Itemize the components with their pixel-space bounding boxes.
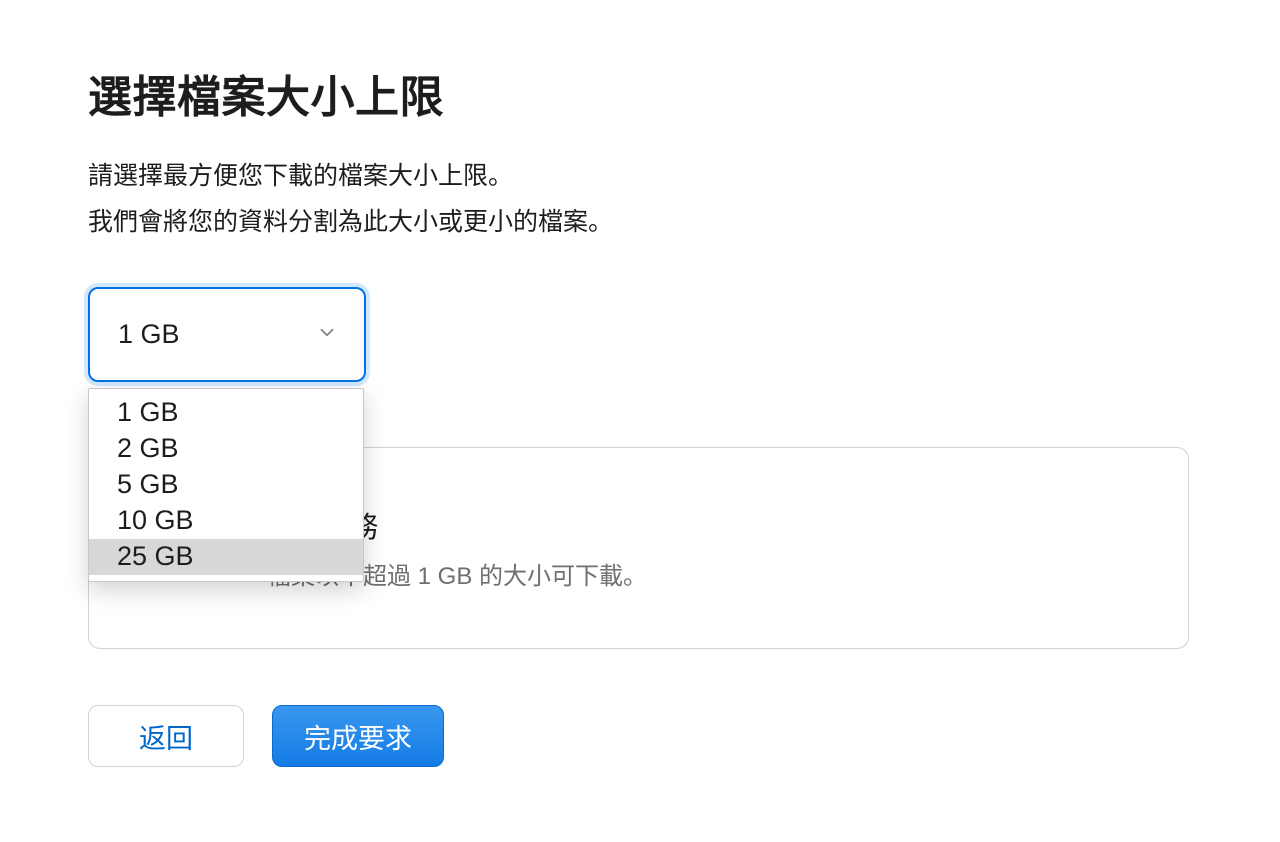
filesize-option[interactable]: 1 GB — [89, 395, 363, 431]
submit-button[interactable]: 完成要求 — [272, 705, 444, 767]
filesize-select[interactable]: 1 GB — [88, 287, 366, 382]
filesize-select-value: 1 GB — [118, 319, 180, 350]
description: 請選擇最方便您下載的檔案大小上限。 我們會將您的資料分割為此大小或更小的檔案。 — [88, 153, 1280, 246]
back-button[interactable]: 返回 — [88, 705, 244, 767]
filesize-option[interactable]: 5 GB — [89, 467, 363, 503]
page-title: 選擇檔案大小上限 — [88, 72, 1280, 125]
filesize-option[interactable]: 2 GB — [89, 431, 363, 467]
description-line-2: 我們會將您的資料分割為此大小或更小的檔案。 — [88, 208, 613, 236]
filesize-dropdown[interactable]: 1 GB2 GB5 GB10 GB25 GB — [88, 388, 364, 582]
chevron-down-icon — [316, 319, 338, 350]
description-line-1: 請選擇最方便您下載的檔案大小上限。 — [88, 162, 513, 190]
filesize-option[interactable]: 25 GB — [89, 539, 363, 575]
filesize-option[interactable]: 10 GB — [89, 503, 363, 539]
